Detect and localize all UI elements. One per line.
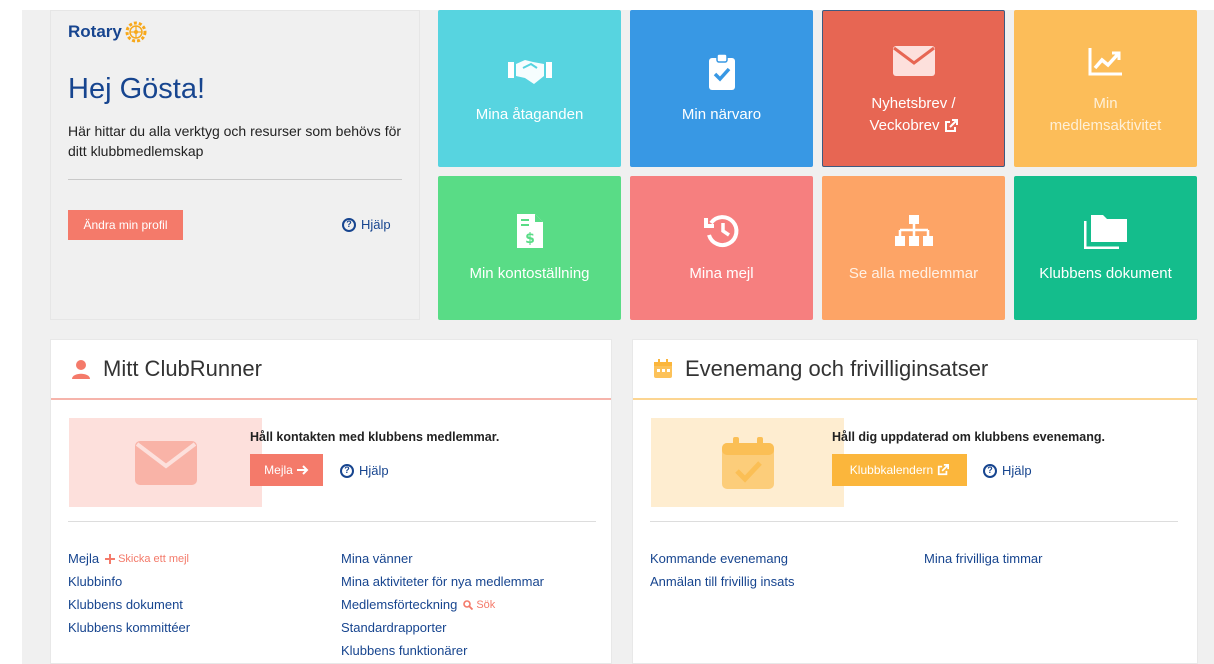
tile-label-part: Veckobrev bbox=[869, 116, 940, 134]
tile-label: Klubbens dokument bbox=[1039, 265, 1172, 282]
tile-nyhetsbrev[interactable]: Nyhetsbrev / Veckobrev bbox=[822, 10, 1005, 167]
link-standardrapporter[interactable]: Standardrapporter bbox=[341, 619, 544, 636]
search-link[interactable]: Sök bbox=[463, 599, 495, 611]
send-mail-link[interactable]: Skicka ett mejl bbox=[105, 553, 189, 565]
tile-label: Min närvaro bbox=[681, 105, 762, 123]
envelope-icon bbox=[134, 440, 197, 485]
links-column-2: Mina vänner Mina aktiviteter för nya med… bbox=[341, 550, 544, 659]
divider bbox=[650, 521, 1178, 522]
handshake-icon bbox=[507, 59, 552, 84]
tile-label: Se alla medlemmar bbox=[848, 265, 979, 282]
calendar-check-icon bbox=[721, 436, 774, 489]
links-column-1: Kommande evenemang Anmälan till frivilli… bbox=[650, 550, 795, 590]
tile-mina-ataganden[interactable]: Mina åtaganden bbox=[438, 10, 621, 167]
tile-label: Mina åtaganden bbox=[475, 105, 584, 123]
welcome-panel: Rotary Hej Gösta! Här hittar du alla ver… bbox=[50, 10, 420, 320]
promo-title: Håll kontakten med klubbens medlemmar. bbox=[250, 430, 500, 444]
promo-image bbox=[651, 418, 844, 507]
user-icon bbox=[72, 360, 90, 379]
link-anmalan-frivillig-insats[interactable]: Anmälan till frivillig insats bbox=[650, 573, 795, 590]
link-kommande-evenemang[interactable]: Kommande evenemang bbox=[650, 550, 795, 567]
mail-button-label: Mejla bbox=[264, 463, 293, 477]
greeting-heading: Hej Gösta! bbox=[68, 73, 205, 105]
tile-label: Min bbox=[1093, 94, 1118, 112]
link-mina-frivilliga-timmar[interactable]: Mina frivilliga timmar bbox=[924, 550, 1042, 567]
plus-icon bbox=[105, 553, 116, 564]
card-header: Mitt ClubRunner bbox=[51, 340, 611, 400]
rotary-wheel-icon bbox=[125, 21, 147, 43]
invoice-dollar-icon: $ bbox=[516, 214, 543, 248]
tile-label-line2: Veckobrev bbox=[869, 115, 958, 137]
tile-label: Mina mejl bbox=[689, 265, 754, 282]
divider bbox=[68, 521, 596, 522]
promo-image bbox=[69, 418, 262, 507]
calendar-button-label: Klubbkalendern bbox=[849, 463, 934, 477]
link-klubbens-kommitteer[interactable]: Klubbens kommittéer bbox=[68, 619, 190, 636]
help-link[interactable]: ? Hjälp bbox=[340, 463, 389, 478]
tile-mina-mejl[interactable]: Mina mejl bbox=[630, 176, 813, 320]
external-link-icon bbox=[944, 118, 958, 132]
tile-min-narvaro[interactable]: Min närvaro bbox=[630, 10, 813, 167]
svg-text:$: $ bbox=[525, 231, 535, 247]
link-row: Medlemsförteckning Sök bbox=[341, 596, 544, 613]
help-label: Hjälp bbox=[1002, 463, 1032, 478]
envelope-icon bbox=[892, 45, 935, 76]
help-link[interactable]: ? Hjälp bbox=[983, 463, 1032, 478]
chart-line-icon bbox=[1088, 47, 1122, 75]
links-column-2: Mina frivilliga timmar bbox=[924, 550, 1042, 567]
tile-kontostallning[interactable]: $ Min kontoställning bbox=[438, 176, 621, 320]
link-klubbinfo[interactable]: Klubbinfo bbox=[68, 573, 190, 590]
link-mejla[interactable]: Mejla bbox=[68, 550, 99, 567]
clubrunner-card: Mitt ClubRunner Håll kontakten med klubb… bbox=[50, 339, 612, 664]
welcome-description: Här hittar du alla verktyg och resurser … bbox=[68, 123, 402, 159]
question-circle-icon: ? bbox=[983, 463, 997, 478]
folders-icon bbox=[1083, 215, 1127, 249]
search-icon bbox=[463, 599, 474, 610]
link-klubbens-funktionarer[interactable]: Klubbens funktionärer bbox=[341, 642, 544, 659]
question-circle-icon: ? bbox=[342, 217, 356, 232]
tile-label: Min kontoställning bbox=[469, 265, 590, 282]
card-header: Evenemang och frivilliginsatser bbox=[633, 340, 1197, 400]
tile-medlemsaktivitet[interactable]: Min medlemsaktivitet bbox=[1014, 10, 1197, 167]
edit-profile-button[interactable]: Ändra min profil bbox=[68, 210, 183, 240]
card-title: Evenemang och frivilliginsatser bbox=[685, 356, 989, 381]
external-link-icon bbox=[938, 464, 950, 476]
help-link[interactable]: ? Hjälp bbox=[342, 217, 391, 232]
arrow-right-icon bbox=[296, 465, 309, 475]
org-chart-icon bbox=[894, 215, 933, 246]
tile-se-alla-medlemmar[interactable]: Se alla medlemmar bbox=[822, 176, 1005, 320]
link-medlemsforteckning[interactable]: Medlemsförteckning bbox=[341, 596, 457, 613]
history-icon bbox=[703, 215, 738, 248]
calendar-icon bbox=[654, 359, 672, 378]
link-mina-vanner[interactable]: Mina vänner bbox=[341, 550, 544, 567]
divider bbox=[68, 179, 402, 180]
link-row: Mejla Skicka ett mejl bbox=[68, 550, 190, 567]
links-column-1: Mejla Skicka ett mejl Klubbinfo Klubbens… bbox=[68, 550, 190, 636]
help-label: Hjälp bbox=[361, 217, 391, 232]
tile-label-line2: medlemsaktivitet bbox=[1049, 116, 1162, 134]
events-card: Evenemang och frivilliginsatser Håll dig… bbox=[632, 339, 1198, 664]
clipboard-check-icon bbox=[708, 52, 735, 90]
link-mina-aktiviteter[interactable]: Mina aktiviteter för nya medlemmar bbox=[341, 573, 544, 590]
question-circle-icon: ? bbox=[340, 463, 354, 478]
tile-label: Nyhetsbrev / bbox=[871, 94, 956, 112]
logo-text: Rotary bbox=[68, 22, 122, 41]
promo-title: Håll dig uppdaterad om klubbens eveneman… bbox=[832, 430, 1105, 444]
search-label: Sök bbox=[476, 598, 496, 611]
send-mail-label: Skicka ett mejl bbox=[118, 552, 189, 565]
card-title: Mitt ClubRunner bbox=[103, 356, 262, 381]
link-klubbens-dokument[interactable]: Klubbens dokument bbox=[68, 596, 190, 613]
club-calendar-button[interactable]: Klubbkalendern bbox=[832, 454, 967, 486]
rotary-logo[interactable]: Rotary bbox=[68, 21, 147, 43]
mail-button[interactable]: Mejla bbox=[250, 454, 323, 486]
tile-klubbens-dokument[interactable]: Klubbens dokument bbox=[1014, 176, 1197, 320]
help-label: Hjälp bbox=[359, 463, 389, 478]
